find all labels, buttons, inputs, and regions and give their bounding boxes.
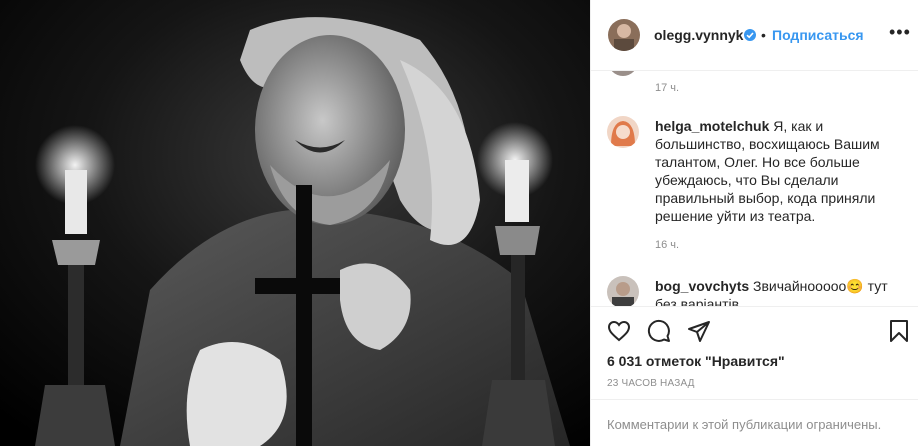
- comment-avatar-bog-art: [612, 282, 634, 306]
- post-timestamp[interactable]: 23 ЧАСОВ НАЗАД: [607, 378, 695, 389]
- comment-avatar[interactable]: [608, 71, 638, 76]
- comments-restricted-notice: Комментарии к этой публикации ограничены…: [591, 399, 918, 448]
- comment-text: убеждаюсь, что Вы сделали: [655, 172, 839, 188]
- comment-avatar-bog[interactable]: [607, 276, 639, 306]
- comment-text: талантом, Олег. Но все больше: [655, 154, 860, 170]
- post-sidebar: olegg.vynnyk • Подписаться ••• 17 ч. hel…: [590, 0, 918, 446]
- comment-text: Я, как и: [773, 118, 824, 134]
- comment-avatar-helga[interactable]: [607, 116, 639, 148]
- comment-avatar-helga-art: [611, 121, 635, 146]
- comment-time[interactable]: 17 ч.: [655, 82, 679, 94]
- comment-text: правильный выбор, кода приняли: [655, 190, 876, 206]
- comment-helga: helga_motelchuk Я, как и большинство, во…: [655, 117, 905, 225]
- verified-icon: [744, 29, 756, 41]
- post-actions: 6 031 отметок "Нравится" 23 ЧАСОВ НАЗАД …: [591, 306, 918, 447]
- comment-text: без варіантів: [655, 296, 740, 306]
- comments-list[interactable]: 17 ч. helga_motelchuk Я, как и большинст…: [591, 71, 918, 306]
- comment-username[interactable]: helga_motelchuk: [655, 118, 769, 134]
- comment-text: Звичайнооооо😊 тут: [753, 278, 888, 294]
- header-separator: •: [761, 27, 766, 43]
- more-options-button[interactable]: •••: [889, 23, 911, 41]
- comment-username[interactable]: bog_vovchyts: [655, 278, 749, 294]
- author-username[interactable]: olegg.vynnyk: [654, 27, 743, 43]
- comment-icon[interactable]: [647, 319, 671, 343]
- bookmark-icon[interactable]: [887, 319, 911, 343]
- post-photo-art: [0, 0, 590, 446]
- post-header: olegg.vynnyk • Подписаться •••: [591, 0, 918, 71]
- comments-restricted-text: Комментарии к этой публикации ограничены…: [607, 417, 882, 432]
- post-photo[interactable]: [0, 0, 590, 446]
- likes-count[interactable]: 6 031 отметок "Нравится": [607, 353, 785, 369]
- follow-button[interactable]: Подписаться: [772, 27, 864, 43]
- author-avatar[interactable]: [608, 19, 640, 51]
- comment-time[interactable]: 16 ч.: [655, 239, 679, 251]
- author-avatar-art: [614, 24, 634, 51]
- share-icon[interactable]: [687, 319, 711, 343]
- comment-text: решение уйти из театра.: [655, 208, 816, 224]
- heart-icon[interactable]: [607, 319, 631, 343]
- comment-text: большинство, восхищаюсь Вашим: [655, 136, 880, 152]
- comment-bog: bog_vovchyts Звичайнооооо😊 тут без варіа…: [655, 277, 905, 306]
